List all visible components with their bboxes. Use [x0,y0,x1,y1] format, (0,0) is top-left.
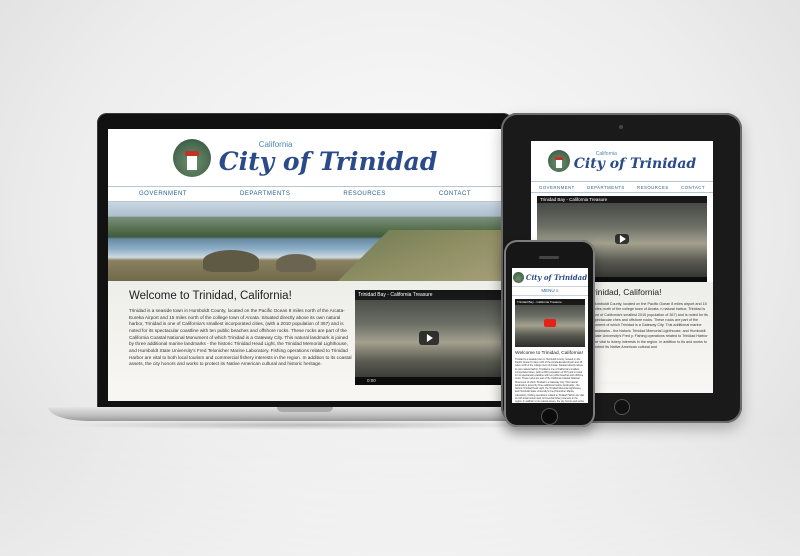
video-controls[interactable]: 0:00 [355,377,502,385]
tablet-city-seal-logo[interactable] [547,150,570,172]
tablet-nav-contact[interactable]: CONTACT [681,185,705,190]
phone-screen: City of Trinidad MENU ≡ Trinidad Bay - C… [512,268,588,403]
video-player[interactable]: Trinidad Bay - California Treasure 0:00 [355,290,502,385]
phone-intro-paragraph: Trinidad is a seaside town in Humboldt C… [515,358,584,403]
phone-city-seal-logo[interactable] [512,271,524,283]
main-nav: GOVERNMENT DEPARTMENTS RESOURCES CONTACT [108,186,502,202]
tablet-city-name: City of Trinidad [573,155,697,172]
phone-welcome-heading: Welcome to Trinidad, California! [515,351,583,356]
phone-speaker [539,256,559,259]
tablet-video-title: Trinidad Bay - California Treasure [537,196,707,203]
phone-video-title: Trinidad Bay - California Treasure [515,299,585,305]
tablet-play-button[interactable] [615,234,629,244]
tablet-header: California City of Trinidad [531,141,713,181]
tablet-home-button[interactable] [614,399,630,415]
tablet-welcome-heading: rinidad, California! [593,287,662,297]
city-seal-logo[interactable] [172,138,211,177]
intro-paragraph: Trinidad is a seaside town in Humboldt C… [129,308,352,367]
main-content: Welcome to Trinidad, California! Trinida… [108,281,502,401]
phone-header: City of Trinidad [512,268,588,286]
phone-menu-button[interactable]: MENU ≡ [512,286,588,296]
floor-reflection [0,430,800,556]
video-time: 0:00 [367,378,376,383]
video-title: Trinidad Bay - California Treasure [355,290,502,300]
phone-home-button[interactable] [541,408,558,425]
tablet-camera [619,125,623,129]
phone-video-player[interactable]: Trinidad Bay - California Treasure [515,299,585,347]
tablet-nav-government[interactable]: GOVERNMENT [539,185,575,190]
hero-image [108,202,502,281]
welcome-heading: Welcome to Trinidad, California! [129,290,292,302]
tablet-nav-resources[interactable]: RESOURCES [637,185,669,190]
play-button[interactable] [418,330,439,345]
youtube-play-icon[interactable] [544,319,556,327]
phone-city-name: City of Trinidad [525,272,588,282]
site-title[interactable]: California City of Trinidad [218,141,438,176]
nav-government[interactable]: GOVERNMENT [139,191,187,197]
laptop-notch [277,407,333,412]
tablet-intro-paragraph: Humboldt County, located on the Pacific … [593,302,708,349]
tablet-nav: GOVERNMENT DEPARTMENTS RESOURCES CONTACT [531,181,713,193]
site-header: California City of Trinidad [108,129,502,186]
laptop-shadow [60,420,550,430]
tablet-nav-departments[interactable]: DEPARTMENTS [587,185,625,190]
nav-resources[interactable]: RESOURCES [343,191,386,197]
city-name: City of Trinidad [218,147,438,176]
laptop-screen: California City of Trinidad GOVERNMENT D… [108,129,502,401]
tablet-footer: © 2014 All Rights Reserved [597,381,640,385]
nav-contact[interactable]: CONTACT [439,191,471,197]
nav-departments[interactable]: DEPARTMENTS [240,191,290,197]
